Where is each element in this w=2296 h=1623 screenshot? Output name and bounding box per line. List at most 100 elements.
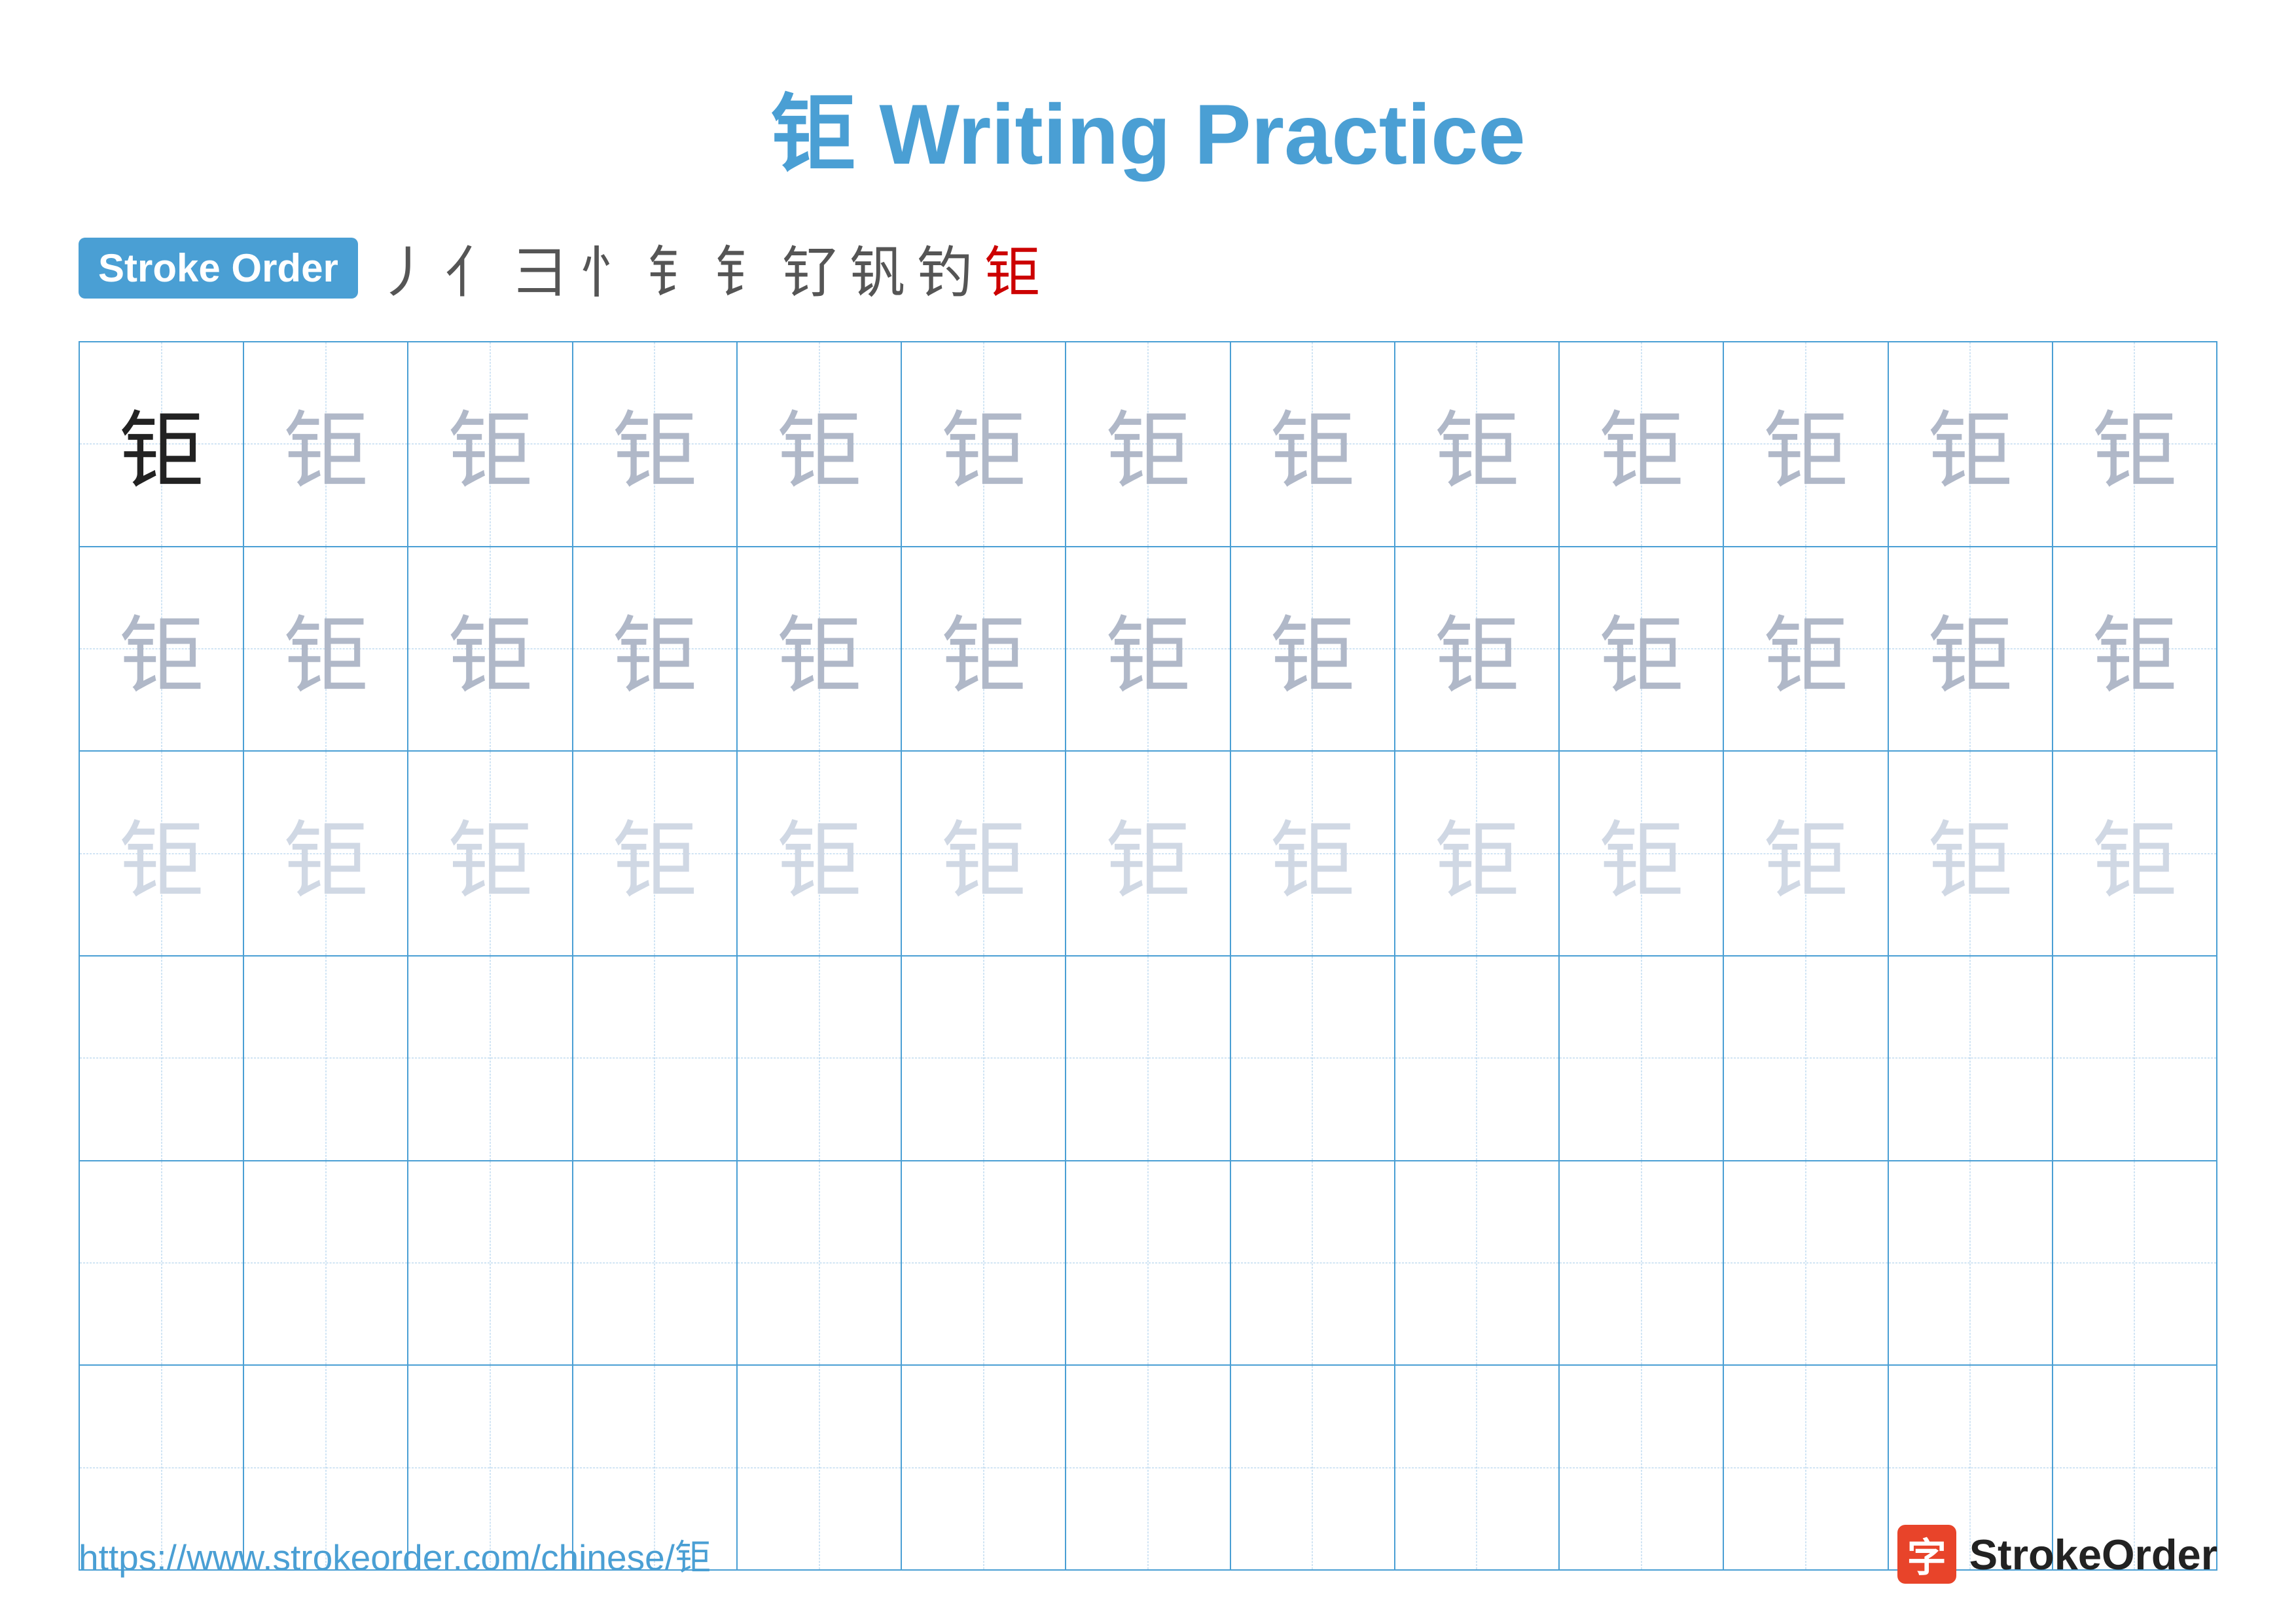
stroke-3: ⺕ [512, 228, 568, 308]
stroke-7: 钌 [782, 228, 838, 308]
char-medium: 钜 [1270, 382, 1355, 505]
grid-row-5 [80, 1161, 2216, 1366]
logo-text: StrokeOrder [1969, 1530, 2217, 1579]
grid-cell-empty[interactable] [902, 1161, 1066, 1365]
char-light: 钜 [2092, 792, 2177, 915]
grid-cell-empty[interactable] [1231, 1161, 1395, 1365]
char-medium: 钜 [777, 382, 862, 505]
grid-cell-empty[interactable] [1889, 957, 2053, 1160]
grid-cell-empty[interactable] [244, 1161, 408, 1365]
char-medium: 钜 [1105, 587, 1191, 710]
char-medium: 钜 [1928, 382, 2013, 505]
grid-cell: 钜 [573, 342, 738, 546]
grid-cell-empty[interactable] [1889, 1161, 2053, 1365]
footer: https://www.strokeorder.com/chinese/钜 字 … [79, 1525, 2217, 1584]
grid-cell-empty[interactable] [80, 1161, 244, 1365]
grid-cell: 钜 [1724, 547, 1888, 751]
grid-cell-empty[interactable] [2053, 957, 2216, 1160]
char-medium: 钜 [1599, 382, 1684, 505]
grid-cell-empty[interactable] [902, 957, 1066, 1160]
char-dark: 钜 [119, 382, 204, 505]
grid-cell-empty[interactable] [573, 957, 738, 1160]
char-medium: 钜 [1270, 587, 1355, 710]
grid-cell-empty[interactable] [573, 1161, 738, 1365]
page: 钜 Writing Practice Stroke Order 丿 亻 ⺕ ⺖ … [0, 0, 2296, 1623]
grid-cell-empty[interactable] [1066, 957, 1230, 1160]
grid-cell: 钜 [2053, 342, 2216, 546]
grid-cell: 钜 [1066, 342, 1230, 546]
grid-cell-empty[interactable] [408, 957, 573, 1160]
grid-cell-empty[interactable] [738, 957, 902, 1160]
stroke-5: 钅 [647, 228, 703, 308]
practice-grid: 钜 钜 钜 钜 钜 钜 钜 钜 钜 钜 钜 钜 钜 钜 钜 钜 钜 钜 钜 钜 … [79, 341, 2217, 1571]
grid-cell-empty[interactable] [408, 1161, 573, 1365]
grid-cell: 钜 [1395, 752, 1560, 955]
grid-cell: 钜 [1889, 342, 2053, 546]
char-medium: 钜 [1928, 587, 2013, 710]
grid-cell-empty[interactable] [1560, 957, 1724, 1160]
char-medium: 钜 [1763, 587, 1848, 710]
char-light: 钜 [283, 792, 368, 915]
logo-icon: 字 [1897, 1525, 1956, 1584]
grid-cell: 钜 [1560, 342, 1724, 546]
grid-cell-empty[interactable] [1066, 1161, 1230, 1365]
grid-cell: 钜 [408, 342, 573, 546]
grid-cell-empty[interactable] [244, 957, 408, 1160]
char-medium: 钜 [283, 382, 368, 505]
grid-cell: 钜 [738, 547, 902, 751]
char-medium: 钜 [1599, 587, 1684, 710]
char-medium: 钜 [2092, 587, 2177, 710]
char-light: 钜 [1928, 792, 2013, 915]
char-medium: 钜 [283, 587, 368, 710]
char-medium: 钜 [1434, 587, 1519, 710]
char-light: 钜 [119, 792, 204, 915]
grid-cell: 钜 [1395, 547, 1560, 751]
char-light: 钜 [1763, 792, 1848, 915]
grid-cell-empty[interactable] [1395, 1161, 1560, 1365]
page-title: 钜 Writing Practice [770, 65, 1525, 189]
char-light: 钜 [1434, 792, 1519, 915]
grid-cell: 钜 [573, 752, 738, 955]
char-medium: 钜 [612, 382, 697, 505]
grid-cell: 钜 [1560, 752, 1724, 955]
grid-cell: 钜 [1560, 547, 1724, 751]
stroke-sequence: 丿 亻 ⺕ ⺖ 钅 钅 钌 钒 钓 钜 [378, 228, 1040, 308]
stroke-order-row: Stroke Order 丿 亻 ⺕ ⺖ 钅 钅 钌 钒 钓 钜 [79, 228, 2217, 308]
stroke-2: 亻 [445, 228, 501, 308]
grid-cell-empty[interactable] [1724, 1161, 1888, 1365]
grid-cell: 钜 [1231, 342, 1395, 546]
stroke-8: 钒 [850, 228, 905, 308]
char-light: 钜 [1270, 792, 1355, 915]
grid-cell: 钜 [1066, 752, 1230, 955]
char-medium: 钜 [612, 587, 697, 710]
grid-cell-empty[interactable] [2053, 1161, 2216, 1365]
grid-cell: 钜 [2053, 547, 2216, 751]
grid-cell: 钜 [902, 342, 1066, 546]
stroke-6: 钅 [715, 228, 770, 308]
grid-cell-empty[interactable] [1560, 1161, 1724, 1365]
footer-logo: 字 StrokeOrder [1897, 1525, 2217, 1584]
grid-row-1: 钜 钜 钜 钜 钜 钜 钜 钜 钜 钜 钜 钜 钜 [80, 342, 2216, 547]
char-medium: 钜 [119, 587, 204, 710]
grid-cell: 钜 [1889, 752, 2053, 955]
grid-cell-empty[interactable] [738, 1161, 902, 1365]
char-light: 钜 [777, 792, 862, 915]
grid-cell: 钜 [573, 547, 738, 751]
footer-url: https://www.strokeorder.com/chinese/钜 [79, 1528, 711, 1580]
char-medium: 钜 [1105, 382, 1191, 505]
stroke-1: 丿 [378, 228, 433, 308]
grid-cell: 钜 [244, 752, 408, 955]
grid-cell: 钜 [738, 342, 902, 546]
grid-cell-empty[interactable] [1231, 957, 1395, 1160]
char-medium: 钜 [448, 587, 533, 710]
grid-cell-empty[interactable] [80, 957, 244, 1160]
stroke-4: ⺖ [580, 228, 636, 308]
grid-cell: 钜 [902, 547, 1066, 751]
grid-cell: 钜 [738, 752, 902, 955]
char-light: 钜 [448, 792, 533, 915]
char-light: 钜 [612, 792, 697, 915]
grid-cell: 钜 [2053, 752, 2216, 955]
grid-cell-empty[interactable] [1395, 957, 1560, 1160]
grid-cell: 钜 [408, 547, 573, 751]
grid-cell-empty[interactable] [1724, 957, 1888, 1160]
